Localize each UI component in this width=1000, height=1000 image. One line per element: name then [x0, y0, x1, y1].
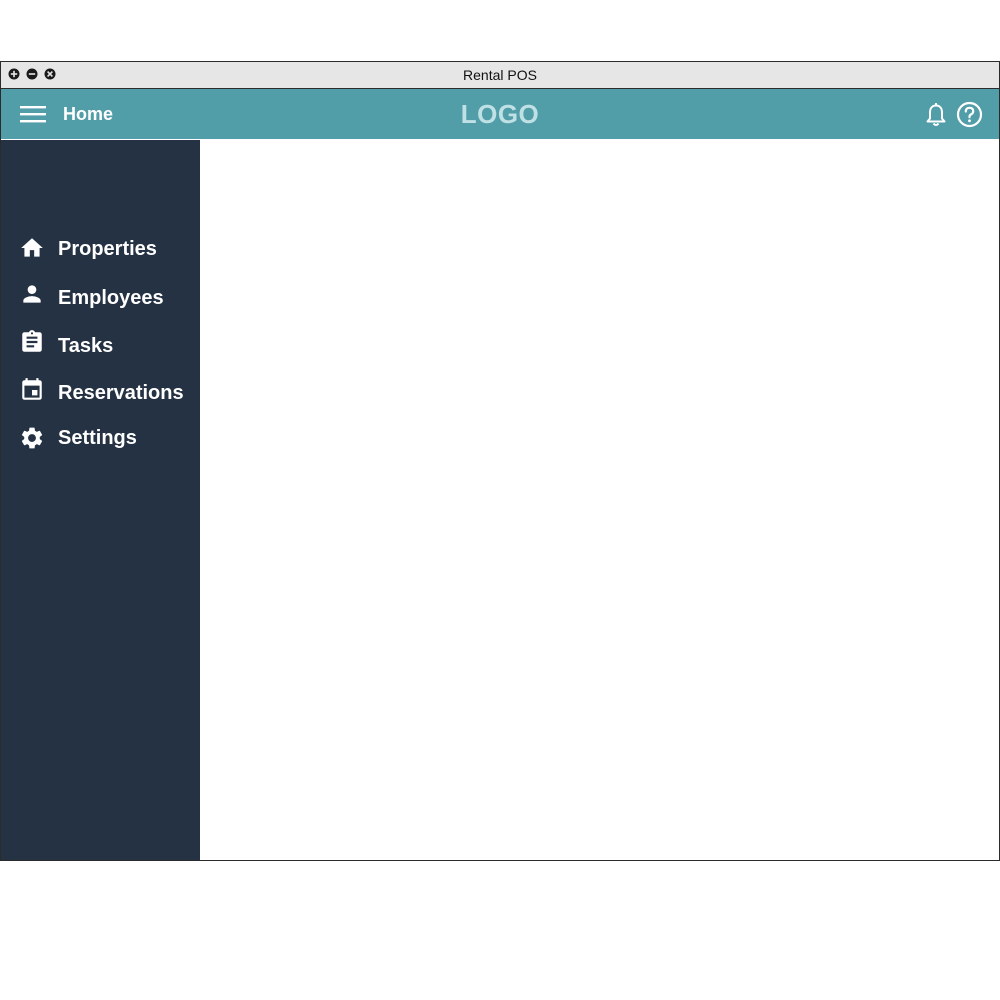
calendar-icon	[22, 378, 42, 400]
gear-icon	[21, 427, 43, 449]
sidebar-item-reservations[interactable]: Reservations	[1, 373, 200, 413]
app-header: Home LOGO	[1, 89, 999, 139]
sidebar: Properties Employees Tasks Reservations	[1, 140, 200, 860]
person-icon	[23, 285, 41, 303]
logo: LOGO	[460, 99, 540, 129]
clipboard-icon	[22, 330, 42, 352]
home-icon	[21, 238, 43, 257]
sidebar-item-label: Employees	[58, 287, 164, 309]
sidebar-item-employees[interactable]: Employees	[1, 278, 200, 318]
title-bar[interactable]: Rental POS	[1, 62, 999, 89]
sidebar-item-settings[interactable]: Settings	[1, 418, 200, 458]
help-icon[interactable]	[956, 101, 983, 128]
sidebar-item-label: Settings	[58, 427, 137, 449]
hamburger-menu-icon[interactable]	[20, 104, 46, 124]
app-window: Rental POS Home LOGO Properties Employee…	[0, 61, 1000, 861]
sidebar-item-label: Reservations	[58, 382, 184, 404]
sidebar-item-label: Tasks	[58, 335, 114, 357]
page-title: Home	[63, 104, 114, 124]
main-content	[200, 140, 999, 860]
window-title: Rental POS	[463, 67, 537, 83]
sidebar-item-label: Properties	[58, 238, 157, 260]
sidebar-item-tasks[interactable]: Tasks	[1, 326, 200, 366]
sidebar-item-properties[interactable]: Properties	[1, 229, 200, 269]
notifications-bell-icon[interactable]	[924, 102, 948, 128]
